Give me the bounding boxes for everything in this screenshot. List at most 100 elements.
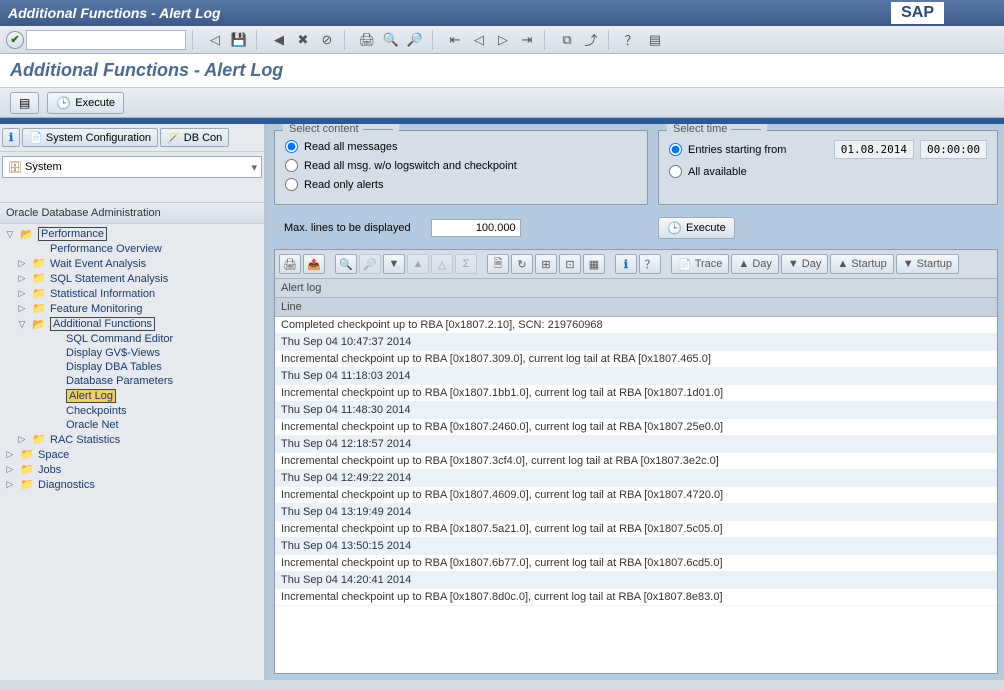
day-down-button[interactable]: ▼Day	[781, 254, 828, 274]
tree-chk[interactable]: Checkpoints	[0, 404, 264, 418]
table-row[interactable]: Incremental checkpoint up to RBA [0x1807…	[275, 589, 997, 606]
enter-icon[interactable]: ✔	[6, 31, 24, 49]
help-icon[interactable]: ？	[639, 254, 661, 274]
expand-icon[interactable]: ▷	[16, 258, 28, 269]
table-row[interactable]: Completed checkpoint up to RBA [0x1807.2…	[275, 317, 997, 334]
layout-icon[interactable]: ▤	[644, 30, 666, 50]
refresh-icon[interactable]: ↻	[511, 254, 533, 274]
table-row[interactable]: Thu Sep 04 11:48:30 2014	[275, 402, 997, 419]
date-field[interactable]: 01.08.2014	[834, 140, 914, 159]
expand-icon[interactable]: ▷	[16, 273, 28, 284]
shortcut-icon[interactable]: ⤴	[580, 30, 602, 50]
collapse-icon[interactable]: ▽	[16, 319, 28, 330]
tree-jobs[interactable]: ▷📁Jobs	[0, 462, 264, 477]
tree-dba[interactable]: Display DBA Tables	[0, 360, 264, 374]
save-icon[interactable]: 💾	[228, 30, 250, 50]
execute-button-main[interactable]: 🕒Execute	[658, 217, 735, 239]
tree-stat[interactable]: ▷📁Statistical Information	[0, 286, 264, 301]
command-input[interactable]	[26, 30, 186, 50]
table-row[interactable]: Incremental checkpoint up to RBA [0x1807…	[275, 385, 997, 402]
execute-button[interactable]: 🕒Execute	[47, 92, 124, 114]
tree-onet[interactable]: Oracle Net	[0, 418, 264, 432]
tree-rac[interactable]: ▷📁RAC Statistics	[0, 432, 264, 447]
grid-icon[interactable]: ▦	[583, 254, 605, 274]
tree-wait[interactable]: ▷📁Wait Event Analysis	[0, 256, 264, 271]
detail-icon[interactable]: 🗎	[487, 254, 509, 274]
tree-addl[interactable]: ▽📂Additional Functions	[0, 316, 264, 332]
tree-feat[interactable]: ▷📁Feature Monitoring	[0, 301, 264, 316]
next-page-icon[interactable]: ▷	[492, 30, 514, 50]
expand-icon[interactable]: ▷	[16, 434, 28, 445]
expand-icon[interactable]: ▷	[16, 303, 28, 314]
collapse-icon[interactable]: ▽	[4, 229, 16, 240]
day-up-button[interactable]: ▲Day	[731, 254, 778, 274]
chevron-down-icon[interactable]: ▾	[251, 161, 257, 174]
table-row[interactable]: Thu Sep 04 11:18:03 2014	[275, 368, 997, 385]
grid-body[interactable]: Completed checkpoint up to RBA [0x1807.2…	[275, 317, 997, 673]
table-row[interactable]: Incremental checkpoint up to RBA [0x1807…	[275, 521, 997, 538]
table-row[interactable]: Incremental checkpoint up to RBA [0x1807…	[275, 351, 997, 368]
tree-dbparm[interactable]: Database Parameters	[0, 374, 264, 388]
expand-icon[interactable]: ▷	[4, 449, 16, 460]
tree-sqlcmd[interactable]: SQL Command Editor	[0, 332, 264, 346]
radio-read-alerts[interactable]	[285, 178, 298, 191]
expand-icon[interactable]: ▷	[4, 464, 16, 475]
find-icon[interactable]: 🔍	[335, 254, 357, 274]
table-row[interactable]: Incremental checkpoint up to RBA [0x1807…	[275, 453, 997, 470]
menu-button[interactable]: ▤	[10, 92, 39, 114]
find-icon[interactable]: 🔍	[380, 30, 402, 50]
maxlines-input[interactable]	[431, 219, 521, 237]
expand-icon[interactable]: ▷	[16, 288, 28, 299]
startup-down-button[interactable]: ▼Startup	[896, 254, 959, 274]
new-session-icon[interactable]: ⧉	[556, 30, 578, 50]
back-icon[interactable]: ◁	[204, 30, 226, 50]
expand-icon[interactable]: ▷	[4, 479, 16, 490]
grid-column-header[interactable]: Line	[275, 298, 997, 317]
table-row[interactable]: Thu Sep 04 14:20:41 2014	[275, 572, 997, 589]
tree-sql[interactable]: ▷📁SQL Statement Analysis	[0, 271, 264, 286]
table-row[interactable]: Incremental checkpoint up to RBA [0x1807…	[275, 419, 997, 436]
trace-button[interactable]: 📄Trace	[671, 254, 729, 274]
columns-icon[interactable]: ⊞	[535, 254, 557, 274]
table-row[interactable]: Incremental checkpoint up to RBA [0x1807…	[275, 487, 997, 504]
table-row[interactable]: Thu Sep 04 12:18:57 2014	[275, 436, 997, 453]
tree-perf-overview[interactable]: Performance Overview	[0, 242, 264, 256]
nav-back-icon[interactable]: ◀	[268, 30, 290, 50]
prev-page-icon[interactable]: ◁	[468, 30, 490, 50]
layout-save-icon[interactable]: ⊡	[559, 254, 581, 274]
db-con-tab[interactable]: 🪄DB Con	[160, 128, 229, 147]
last-page-icon[interactable]: ⇥	[516, 30, 538, 50]
first-page-icon[interactable]: ⇤	[444, 30, 466, 50]
tree-label: Additional Functions	[50, 317, 155, 331]
print-icon[interactable]: 🖨	[279, 254, 301, 274]
table-row[interactable]: Thu Sep 04 10:47:37 2014	[275, 334, 997, 351]
nav-exit-icon[interactable]: ✖	[292, 30, 314, 50]
tree-diag[interactable]: ▷📁Diagnostics	[0, 477, 264, 492]
tree-performance[interactable]: ▽📂Performance	[0, 226, 264, 242]
info-icon[interactable]: ℹ	[615, 254, 637, 274]
find-next-icon[interactable]: 🔎	[404, 30, 426, 50]
radio-read-nolog[interactable]	[285, 159, 298, 172]
radio-all-available[interactable]	[669, 165, 682, 178]
radio-entries-from[interactable]	[669, 143, 682, 156]
export-icon[interactable]: 📤	[303, 254, 325, 274]
filter-icon[interactable]: ▼	[383, 254, 405, 274]
tree-gv[interactable]: Display GV$-Views	[0, 346, 264, 360]
table-row[interactable]: Thu Sep 04 13:19:49 2014	[275, 504, 997, 521]
tree-alert[interactable]: Alert Log	[0, 388, 264, 404]
table-row[interactable]: Thu Sep 04 13:50:15 2014	[275, 538, 997, 555]
nav-cancel-icon[interactable]: ⊘	[316, 30, 338, 50]
system-config-tab[interactable]: 📄System Configuration	[22, 128, 158, 147]
radio-read-all[interactable]	[285, 140, 298, 153]
tree-space[interactable]: ▷📁Space	[0, 447, 264, 462]
startup-up-button[interactable]: ▲Startup	[830, 254, 893, 274]
command-field[interactable]: ✔	[6, 30, 186, 50]
print-icon[interactable]: 🖨	[356, 30, 378, 50]
help-icon[interactable]: ？	[620, 30, 642, 50]
table-row[interactable]: Incremental checkpoint up to RBA [0x1807…	[275, 555, 997, 572]
time-field[interactable]: 00:00:00	[920, 140, 987, 159]
table-row[interactable]: Thu Sep 04 12:49:22 2014	[275, 470, 997, 487]
system-dropdown[interactable]: 🗄 ▾	[2, 156, 262, 178]
info-tab[interactable]: ℹ	[2, 128, 20, 147]
system-input[interactable]	[23, 159, 251, 175]
